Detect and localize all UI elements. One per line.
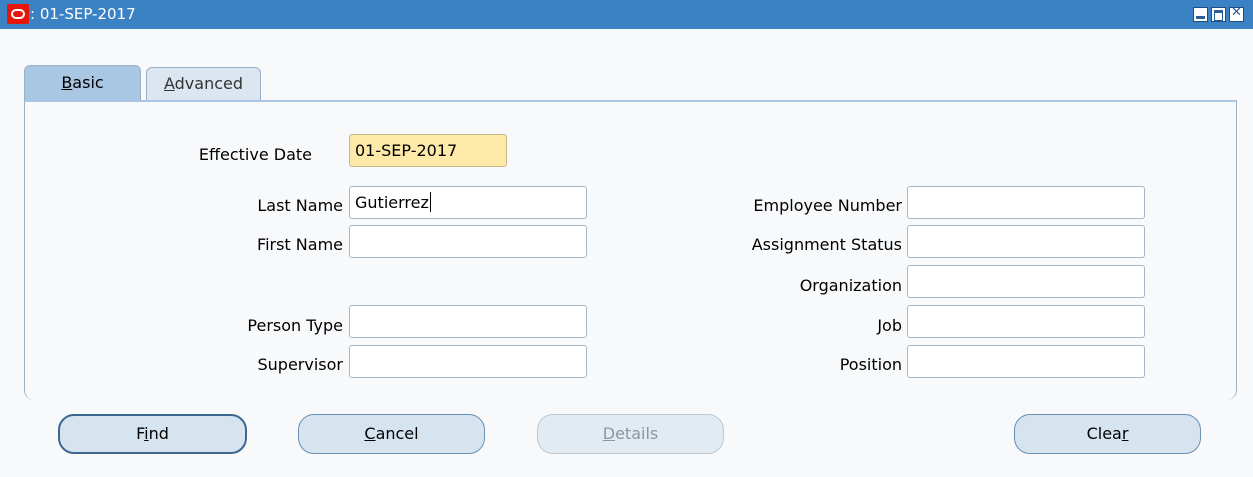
person-type-label: Person Type: [247, 316, 343, 335]
clear-button-mnemonic: r: [1121, 424, 1129, 443]
minimize-icon[interactable]: [1193, 7, 1208, 22]
first-name-label: First Name: [257, 235, 343, 254]
last-name-field[interactable]: Gutierrez: [349, 186, 587, 219]
details-button: Details: [537, 414, 724, 454]
supervisor-field[interactable]: [349, 345, 587, 378]
cancel-button-mnemonic: C: [364, 424, 376, 443]
oracle-logo-icon: [7, 4, 29, 24]
details-button-label-post: etails: [615, 424, 659, 443]
employee-number-label: Employee Number: [753, 196, 902, 215]
tab-basic[interactable]: Basic: [24, 65, 141, 100]
effective-date-label: Effective Date: [198, 145, 312, 164]
maximize-icon[interactable]: [1211, 7, 1226, 22]
find-button-label-pre: F: [136, 424, 145, 443]
close-icon[interactable]: [1229, 5, 1244, 22]
position-label: Position: [839, 355, 902, 374]
clear-button-label-pre: Clea: [1086, 424, 1122, 443]
title-bar[interactable]: : 01-SEP-2017: [0, 0, 1253, 29]
supervisor-label: Supervisor: [257, 355, 344, 374]
cancel-button[interactable]: Cancel: [298, 414, 485, 454]
details-button-mnemonic: D: [602, 424, 616, 443]
employee-number-field[interactable]: [907, 186, 1145, 219]
effective-date-field[interactable]: 01-SEP-2017: [349, 134, 507, 167]
tab-advanced[interactable]: Advanced: [146, 67, 261, 100]
text-cursor: [429, 192, 431, 212]
tab-advanced-label: dvanced: [174, 74, 244, 93]
tab-basic-mnemonic: B: [61, 73, 73, 92]
tab-basic-label: asic: [72, 73, 104, 92]
clear-button[interactable]: Clear: [1014, 414, 1201, 454]
cancel-button-label-post: ancel: [375, 424, 419, 443]
assignment-status-label: Assignment Status: [751, 235, 902, 254]
first-name-field[interactable]: [349, 225, 587, 258]
find-button-label-post: nd: [148, 424, 169, 443]
organization-label: Organization: [799, 276, 902, 295]
last-name-value: Gutierrez: [355, 193, 429, 212]
find-button[interactable]: Find: [58, 414, 247, 454]
job-label: Job: [877, 316, 902, 335]
person-type-field[interactable]: [349, 305, 587, 338]
last-name-label: Last Name: [257, 196, 343, 215]
organization-field[interactable]: [907, 265, 1145, 298]
tab-advanced-mnemonic: A: [163, 74, 175, 93]
find-person-window: : 01-SEP-2017 Basic Advanced Effective D…: [0, 0, 1253, 477]
position-field[interactable]: [907, 345, 1145, 378]
job-field[interactable]: [907, 305, 1145, 338]
assignment-status-field[interactable]: [907, 225, 1145, 258]
window-title: : 01-SEP-2017: [30, 5, 136, 23]
